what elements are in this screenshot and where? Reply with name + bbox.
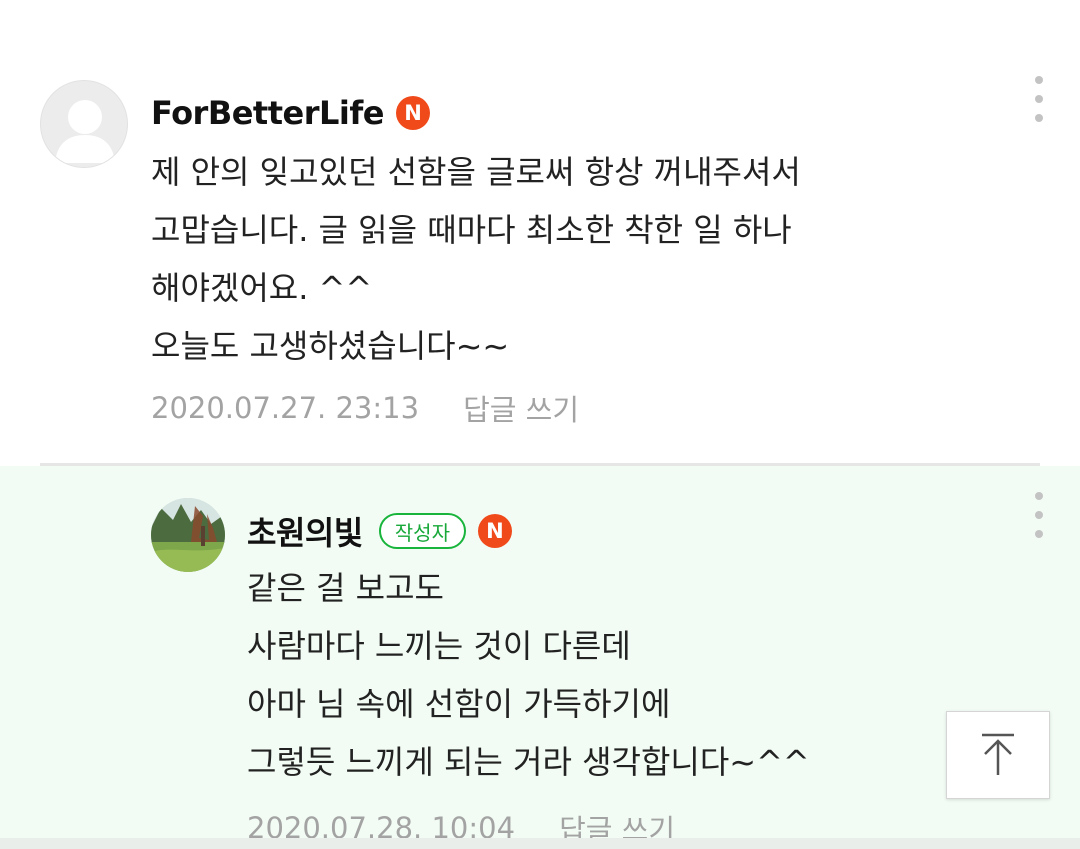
comment-line: 해야겠어요. ^^ xyxy=(151,269,373,307)
avatar[interactable] xyxy=(151,498,225,572)
more-vertical-icon[interactable] xyxy=(1029,76,1049,122)
comment-line: 오늘도 고생하셨습니다~~ xyxy=(151,327,510,365)
comment-line: 사람마다 느끼는 것이 다른데 xyxy=(247,627,631,665)
reply-button[interactable]: 답글 쓰기 xyxy=(463,387,579,429)
comment-line: 고맙습니다. 글 읽을 때마다 최소한 착한 일 하나 xyxy=(151,211,792,249)
comment-line: 그렇듯 느끼게 되는 거라 생각합니다~^^ xyxy=(247,743,810,781)
reply-author: 초원의빛 작성자 N xyxy=(247,510,512,552)
more-vertical-icon[interactable] xyxy=(1029,492,1049,538)
comment-line: 아마 님 속에 선함이 가득하기에 xyxy=(247,685,671,723)
comment-item: ForBetterLife N 제 안의 잊고있던 선함을 글로써 항상 꺼내주… xyxy=(0,0,1080,463)
scroll-to-top-button[interactable] xyxy=(946,711,1050,799)
comment-line: 같은 걸 보고도 xyxy=(247,569,444,607)
comment-line: 제 안의 잊고있던 선함을 글로써 항상 꺼내주셔서 xyxy=(151,153,801,191)
arrow-up-icon xyxy=(982,733,1014,775)
bottom-edge xyxy=(0,838,1080,849)
writer-badge: 작성자 xyxy=(378,513,466,549)
comment-author: ForBetterLife N xyxy=(151,92,430,134)
user-silhouette-icon[interactable] xyxy=(40,80,128,168)
comment-thread: ForBetterLife N 제 안의 잊고있던 선함을 글로써 항상 꺼내주… xyxy=(0,0,1080,849)
comment-body: 제 안의 잊고있던 선함을 글로써 항상 꺼내주셔서 고맙습니다. 글 읽을 때… xyxy=(151,143,801,375)
reply-body: 같은 걸 보고도 사람마다 느끼는 것이 다른데 아마 님 속에 선함이 가득하… xyxy=(247,559,810,791)
comment-date: 2020.07.27. 23:13 xyxy=(151,391,420,425)
naver-badge-icon: N xyxy=(395,96,430,130)
author-name[interactable]: ForBetterLife xyxy=(151,94,384,132)
comment-meta: 2020.07.27. 23:13 답글 쓰기 xyxy=(151,388,579,428)
author-name[interactable]: 초원의빛 xyxy=(247,508,363,554)
naver-badge-icon: N xyxy=(477,514,512,548)
